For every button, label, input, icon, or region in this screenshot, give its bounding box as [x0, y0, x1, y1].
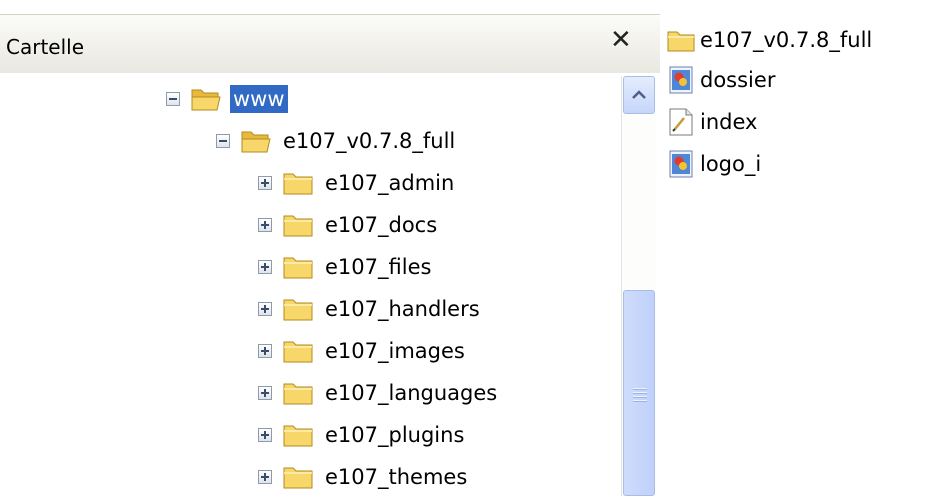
tree-node-e107-plugins[interactable]: e107_plugins [258, 418, 467, 452]
file-item-index[interactable]: index [666, 102, 757, 142]
tree-node-label[interactable]: e107_plugins [322, 421, 467, 449]
folder-icon [283, 257, 313, 279]
folders-pane: Cartelle ✕ www e107_v0.7.8_full e107_adm… [0, 0, 660, 496]
open-folder-icon [241, 131, 271, 153]
collapse-icon[interactable] [216, 134, 230, 148]
scroll-up-button[interactable] [623, 76, 655, 114]
chevron-up-icon [632, 90, 646, 99]
vertical-scrollbar[interactable] [621, 76, 656, 496]
tree-node-e107-files[interactable]: e107_files [258, 250, 434, 284]
file-item-label[interactable]: index [700, 110, 757, 134]
folder-icon [283, 383, 313, 405]
image-file-icon [669, 66, 693, 94]
expand-icon[interactable] [258, 302, 272, 316]
folder-icon [283, 173, 313, 195]
folder-icon [283, 467, 313, 489]
tree-node-label[interactable]: e107_v0.7.8_full [280, 127, 458, 155]
tree-node-e107-languages[interactable]: e107_languages [258, 376, 500, 410]
tree-node-e107-themes[interactable]: e107_themes [258, 460, 470, 494]
collapse-icon[interactable] [166, 92, 180, 106]
contents-pane: e107_v0.7.8_full dossier index logo_i [660, 0, 944, 496]
expand-icon[interactable] [258, 428, 272, 442]
folder-icon [283, 215, 313, 237]
tree-node-label[interactable]: e107_images [322, 337, 468, 365]
file-item-label[interactable]: dossier [700, 68, 775, 92]
open-folder-icon [191, 89, 221, 111]
file-item-folder[interactable]: e107_v0.7.8_full [666, 20, 872, 60]
tree-node-e107-full[interactable]: e107_v0.7.8_full [216, 124, 458, 158]
file-item-logo[interactable]: logo_i [666, 144, 761, 184]
tree-node-label[interactable]: e107_files [322, 253, 434, 281]
folders-pane-header: Cartelle ✕ [0, 14, 660, 73]
folders-pane-title: Cartelle [6, 35, 85, 59]
tree-node-www[interactable]: www [166, 82, 288, 116]
expand-icon[interactable] [258, 386, 272, 400]
expand-icon[interactable] [258, 176, 272, 190]
tree-node-label[interactable]: e107_admin [322, 169, 457, 197]
text-file-icon [669, 108, 693, 136]
image-file-icon [669, 150, 693, 178]
tree-node-e107-admin[interactable]: e107_admin [258, 166, 457, 200]
file-item-label[interactable]: logo_i [700, 152, 761, 176]
tree-node-label[interactable]: e107_themes [322, 463, 470, 491]
folder-icon [283, 341, 313, 363]
expand-icon[interactable] [258, 218, 272, 232]
scroll-thumb[interactable] [623, 290, 655, 496]
tree-node-label[interactable]: e107_docs [322, 211, 440, 239]
tree-node-label[interactable]: www [230, 85, 288, 113]
tree-node-e107-handlers[interactable]: e107_handlers [258, 292, 483, 326]
close-pane-button[interactable]: ✕ [610, 27, 632, 53]
file-item-dossier[interactable]: dossier [666, 60, 775, 100]
expand-icon[interactable] [258, 260, 272, 274]
expand-icon[interactable] [258, 470, 272, 484]
folder-icon [283, 425, 313, 447]
tree-node-label[interactable]: e107_handlers [322, 295, 483, 323]
tree-node-e107-images[interactable]: e107_images [258, 334, 468, 368]
expand-icon[interactable] [258, 344, 272, 358]
folder-icon [667, 31, 695, 52]
tree-node-label[interactable]: e107_languages [322, 379, 500, 407]
tree-node-e107-docs[interactable]: e107_docs [258, 208, 440, 242]
file-item-label[interactable]: e107_v0.7.8_full [700, 28, 872, 52]
grip-icon [633, 388, 647, 404]
folder-icon [283, 299, 313, 321]
